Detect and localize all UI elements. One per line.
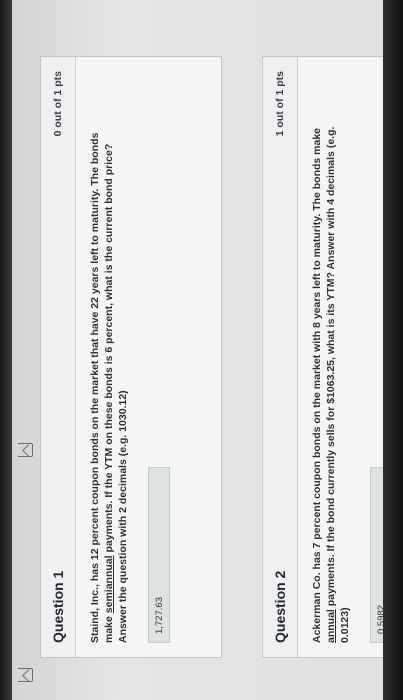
question-header: Question 2 1 out of 1 pts	[263, 57, 298, 657]
flag-question-icon[interactable]	[18, 443, 33, 457]
screen-bezel	[383, 0, 403, 700]
flag-question-icon[interactable]	[18, 668, 33, 682]
question-text-part: Ackerman Co. has 7 percent coupon bonds …	[311, 127, 323, 643]
question-title: Question 1	[50, 570, 66, 643]
question-card: Question 1 0 out of 1 pts Staind, Inc., …	[40, 56, 222, 658]
question-points: 1 out of 1 pts	[274, 71, 286, 137]
question-points: 0 out of 1 pts	[52, 71, 64, 137]
question-text: Ackerman Co. has 7 percent coupon bonds …	[310, 123, 352, 643]
screen: 3 5 Question 1 0 out of 1 pts Staind, In…	[0, 0, 403, 700]
question-header: Question 1 0 out of 1 pts	[41, 57, 76, 657]
question-text-emphasis: annual	[325, 609, 337, 643]
question-card: Question 2 1 out of 1 pts Ackerman Co. h…	[262, 56, 403, 658]
question-text: Staind, Inc., has 12 percent coupon bond…	[88, 123, 130, 643]
question-text-emphasis: semiannual	[103, 555, 115, 614]
screen-bezel	[0, 0, 12, 700]
question-text-part: payments. If the bond currently sells fo…	[325, 126, 351, 643]
answer-field[interactable]: 1,727.63	[148, 467, 170, 643]
question-body: Staind, Inc., has 12 percent coupon bond…	[76, 57, 182, 657]
question-title: Question 2	[272, 570, 288, 643]
